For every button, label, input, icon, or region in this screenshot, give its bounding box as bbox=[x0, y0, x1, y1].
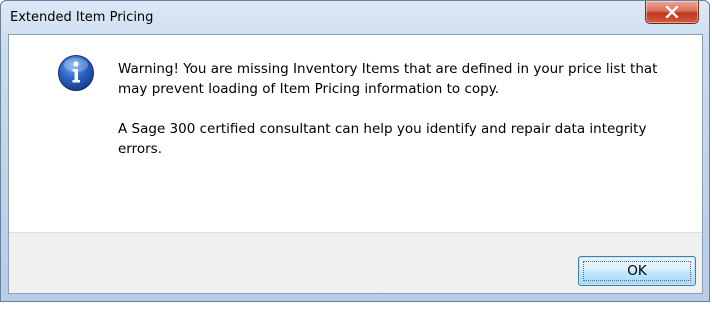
info-icon bbox=[58, 55, 94, 91]
close-button[interactable] bbox=[645, 1, 699, 24]
message-warning: Warning! You are missing Inventory Items… bbox=[118, 61, 658, 97]
dialog-window: Extended Item Pricing Warning! You are m… bbox=[0, 0, 710, 302]
close-icon bbox=[665, 6, 679, 18]
ok-button-label: OK bbox=[627, 263, 647, 279]
ok-button[interactable]: OK bbox=[578, 256, 696, 286]
dialog-client-area: Warning! You are missing Inventory Items… bbox=[8, 34, 703, 294]
button-bar: OK bbox=[9, 232, 702, 293]
message-consultant: A Sage 300 certified consultant can help… bbox=[118, 121, 647, 157]
window-title: Extended Item Pricing bbox=[10, 10, 154, 25]
message-text: Warning! You are missing Inventory Items… bbox=[118, 59, 688, 179]
message-area: Warning! You are missing Inventory Items… bbox=[9, 35, 702, 232]
title-bar[interactable]: Extended Item Pricing bbox=[1, 1, 709, 35]
